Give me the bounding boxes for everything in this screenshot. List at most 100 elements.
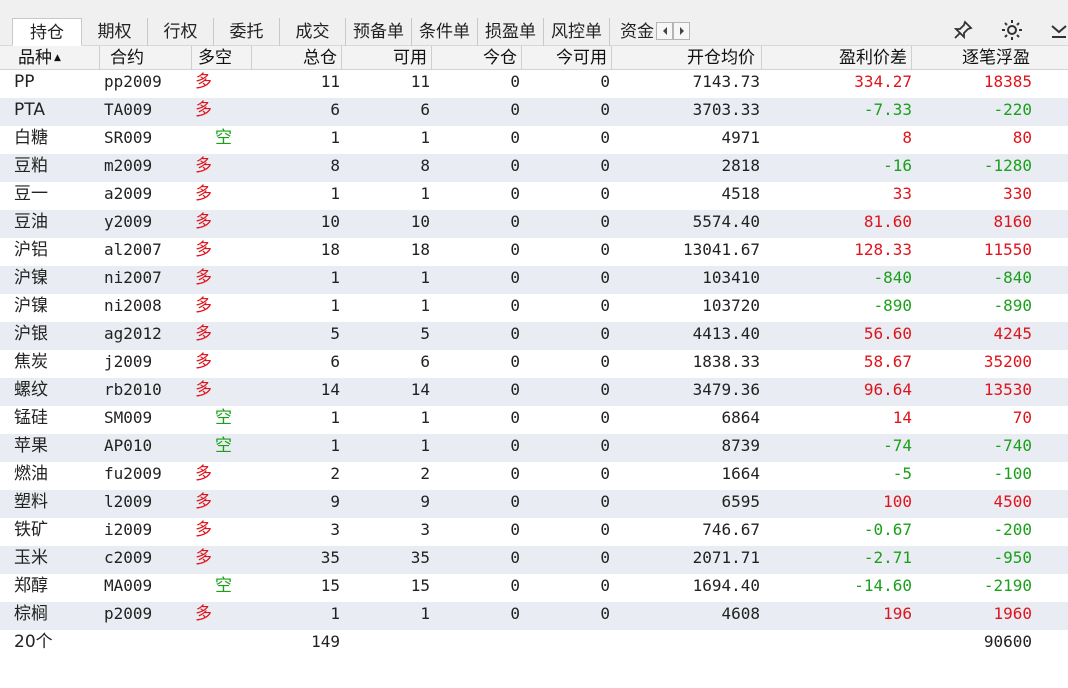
pin-icon[interactable] [950, 17, 976, 43]
tab-orders[interactable]: 委托 [214, 18, 280, 46]
table-row[interactable]: 沪镍 ni2008 多 1 1 0 0 103720 -890 -890 [0, 294, 1068, 322]
cell-total: 1 [330, 436, 340, 455]
cell-total: 14 [320, 380, 340, 399]
cell-total: 6 [330, 352, 340, 371]
cell-name: 螺纹 [14, 380, 48, 400]
cell-float-pnl: 4245 [993, 324, 1032, 343]
cell-code: m2009 [104, 156, 153, 175]
tab-preorders[interactable]: 预备单 [346, 18, 412, 46]
cell-direction: 多 [195, 324, 212, 344]
tab-funds[interactable]: 资金 [610, 18, 660, 46]
cell-price-diff: 56.60 [863, 324, 912, 343]
table-row[interactable]: 豆粕 m2009 多 8 8 0 0 2818 -16 -1280 [0, 154, 1068, 182]
table-row[interactable]: 焦炭 j2009 多 6 6 0 0 1838.33 58.67 35200 [0, 350, 1068, 378]
column-header-available[interactable]: 可用 [342, 46, 432, 70]
cell-price-diff: -2.71 [863, 548, 912, 567]
tab-bar: 持仓 期权 行权 委托 成交 预备单 条件单 损盈单 风控单 资金 [0, 0, 1068, 46]
cell-avg-price: 4413.40 [692, 324, 760, 343]
summary-float-pnl: 90600 [983, 632, 1032, 651]
cell-avg-price: 103720 [702, 296, 760, 315]
cell-float-pnl: 4500 [993, 492, 1032, 511]
cell-total: 1 [330, 128, 340, 147]
column-header-total[interactable]: 总仓 [252, 46, 342, 70]
cell-today: 0 [510, 296, 520, 315]
table-row[interactable]: 玉米 c2009 多 35 35 0 0 2071.71 -2.71 -950 [0, 546, 1068, 574]
tab-conditional[interactable]: 条件单 [412, 18, 478, 46]
tab-trades[interactable]: 成交 [280, 18, 346, 46]
cell-code: a2009 [104, 184, 153, 203]
column-header-direction[interactable]: 多空 [192, 46, 252, 70]
cell-total: 1 [330, 408, 340, 427]
cell-code: TA009 [104, 100, 153, 119]
column-header-price-diff[interactable]: 盈利价差 [762, 46, 912, 70]
cell-avg-price: 7143.73 [692, 72, 760, 91]
cell-today-available: 0 [600, 296, 610, 315]
cell-available: 10 [410, 212, 430, 231]
tab-risk-control[interactable]: 风控单 [544, 18, 610, 46]
cell-float-pnl: -200 [993, 520, 1032, 539]
tab-options[interactable]: 期权 [82, 18, 148, 46]
column-header-code[interactable]: 合约 [100, 46, 192, 70]
table-row[interactable]: 豆一 a2009 多 1 1 0 0 4518 33 330 [0, 182, 1068, 210]
gear-icon[interactable] [999, 17, 1025, 43]
tab-positions[interactable]: 持仓 [12, 18, 82, 46]
cell-name: 苹果 [14, 436, 48, 456]
cell-avg-price: 3479.36 [692, 380, 760, 399]
cell-float-pnl: -1280 [983, 156, 1032, 175]
cell-available: 3 [420, 520, 430, 539]
table-row[interactable]: 郑醇 MA009 空 15 15 0 0 1694.40 -14.60 -2190 [0, 574, 1068, 602]
cell-code: pp2009 [104, 72, 162, 91]
cell-today: 0 [510, 380, 520, 399]
table-row[interactable]: 豆油 y2009 多 10 10 0 0 5574.40 81.60 8160 [0, 210, 1068, 238]
tab-stop-profit[interactable]: 损盈单 [478, 18, 544, 46]
table-row[interactable]: 铁矿 i2009 多 3 3 0 0 746.67 -0.67 -200 [0, 518, 1068, 546]
cell-direction: 空 [215, 436, 232, 456]
cell-today: 0 [510, 100, 520, 119]
table-row[interactable]: 棕榈 p2009 多 1 1 0 0 4608 196 1960 [0, 602, 1068, 630]
cell-float-pnl: 18385 [983, 72, 1032, 91]
cell-direction: 多 [195, 352, 212, 372]
chevron-left-icon[interactable] [656, 22, 673, 40]
table-row[interactable]: PP pp2009 多 11 11 0 0 7143.73 334.27 18385 [0, 70, 1068, 98]
column-header-avg-price[interactable]: 开仓均价 [612, 46, 762, 70]
table-row[interactable]: 锰硅 SM009 空 1 1 0 0 6864 14 70 [0, 406, 1068, 434]
cell-today: 0 [510, 72, 520, 91]
cell-today-available: 0 [600, 240, 610, 259]
cell-direction: 多 [195, 296, 212, 316]
cell-avg-price: 746.67 [702, 520, 760, 539]
cell-total: 6 [330, 100, 340, 119]
tab-exercise[interactable]: 行权 [148, 18, 214, 46]
table-row[interactable]: 塑料 l2009 多 9 9 0 0 6595 100 4500 [0, 490, 1068, 518]
cell-today-available: 0 [600, 380, 610, 399]
cell-code: p2009 [104, 604, 153, 623]
column-header-name[interactable]: 品种 ▲ [0, 46, 100, 70]
cell-available: 1 [420, 184, 430, 203]
table-row[interactable]: 沪镍 ni2007 多 1 1 0 0 103410 -840 -840 [0, 266, 1068, 294]
table-row[interactable]: 沪铝 al2007 多 18 18 0 0 13041.67 128.33 11550 [0, 238, 1068, 266]
column-header-today[interactable]: 今仓 [432, 46, 522, 70]
collapse-icon[interactable] [1046, 17, 1068, 43]
cell-float-pnl: 13530 [983, 380, 1032, 399]
cell-name: 棕榈 [14, 604, 48, 624]
column-header-today-available[interactable]: 今可用 [522, 46, 612, 70]
table-row[interactable]: 燃油 fu2009 多 2 2 0 0 1664 -5 -100 [0, 462, 1068, 490]
cell-direction: 多 [195, 520, 212, 540]
cell-today-available: 0 [600, 324, 610, 343]
column-header-float-pnl[interactable]: 逐笔浮盈 [912, 46, 1032, 70]
cell-direction: 多 [195, 72, 212, 92]
table-row[interactable]: 白糖 SR009 空 1 1 0 0 4971 8 80 [0, 126, 1068, 154]
table-row[interactable]: 螺纹 rb2010 多 14 14 0 0 3479.36 96.64 13530 [0, 378, 1068, 406]
cell-code: fu2009 [104, 464, 162, 483]
cell-available: 8 [420, 156, 430, 175]
cell-today: 0 [510, 240, 520, 259]
cell-today-available: 0 [600, 352, 610, 371]
cell-price-diff: 96.64 [863, 380, 912, 399]
cell-today-available: 0 [600, 576, 610, 595]
table-row[interactable]: 苹果 AP010 空 1 1 0 0 8739 -74 -740 [0, 434, 1068, 462]
table-row[interactable]: PTA TA009 多 6 6 0 0 3703.33 -7.33 -220 [0, 98, 1068, 126]
chevron-right-icon[interactable] [673, 22, 690, 40]
summary-total: 149 [311, 632, 340, 651]
cell-name: 豆一 [14, 184, 48, 204]
cell-today-available: 0 [600, 212, 610, 231]
table-row[interactable]: 沪银 ag2012 多 5 5 0 0 4413.40 56.60 4245 [0, 322, 1068, 350]
